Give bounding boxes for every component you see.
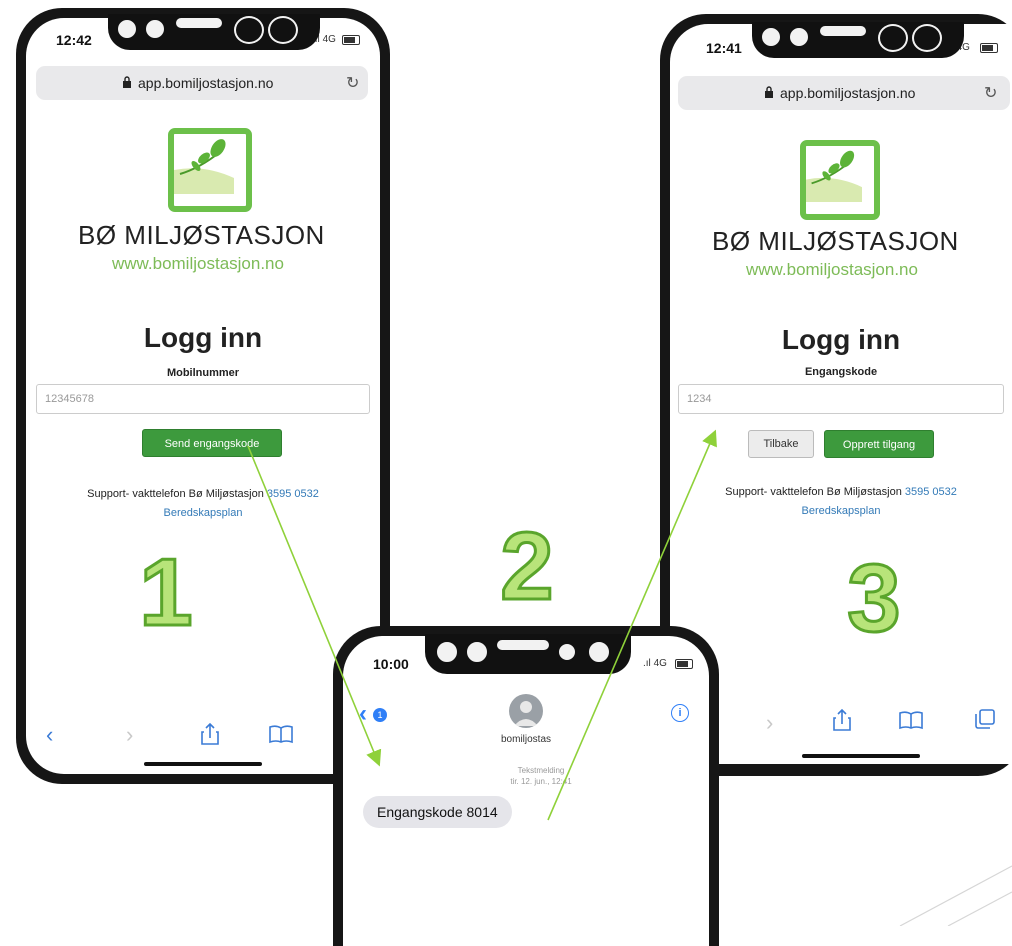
phone-1-screen: 12:42 .ıl 4G app.bomiljostasjon.no ↻ BØ … bbox=[26, 18, 380, 774]
logo bbox=[168, 128, 252, 212]
url-text: app.bomiljostasjon.no bbox=[780, 85, 916, 101]
sensor-ring-icon bbox=[912, 24, 942, 52]
code-input[interactable]: 1234 bbox=[678, 384, 1004, 414]
corner-decoration bbox=[899, 865, 1012, 926]
sensor-ring-icon bbox=[268, 16, 298, 44]
support-line: Support- vakttelefon Bø Miljøstasjon 359… bbox=[670, 486, 1012, 498]
brand-name: BØ MILJØSTASJON bbox=[78, 220, 325, 250]
emergency-plan-link[interactable]: Beredskapsplan bbox=[26, 507, 380, 519]
url-text: app.bomiljostasjon.no bbox=[138, 75, 274, 91]
code-label: Engangskode bbox=[804, 366, 878, 378]
book-icon[interactable] bbox=[898, 710, 924, 730]
brand-website: www.bomiljostasjon.no bbox=[746, 260, 918, 279]
support-line: Support- vakttelefon Bø Miljøstasjon 359… bbox=[26, 488, 380, 500]
avatar bbox=[509, 694, 543, 728]
brand-name: BØ MILJØSTASJON bbox=[712, 226, 959, 256]
support-phone-link[interactable]: 3595 0532 bbox=[905, 486, 957, 498]
status-signal: .ıl 4G bbox=[643, 658, 667, 669]
reload-icon[interactable]: ↻ bbox=[984, 83, 997, 103]
sensor-icon bbox=[557, 642, 577, 662]
mobile-input[interactable]: 12345678 bbox=[36, 384, 370, 414]
sensor-ring-icon bbox=[234, 16, 264, 44]
phone-1-notch bbox=[108, 14, 320, 50]
chevron-left-icon[interactable]: ‹ bbox=[46, 722, 53, 748]
battery-icon bbox=[980, 43, 998, 53]
camera-icon bbox=[760, 26, 782, 48]
step-number-2: 2 bbox=[499, 512, 555, 622]
leaf-icon bbox=[806, 146, 862, 202]
sensor-icon bbox=[587, 640, 611, 664]
step-number-1: 1 bbox=[138, 538, 194, 648]
book-icon[interactable] bbox=[268, 724, 294, 744]
leaf-icon bbox=[174, 134, 234, 194]
browser-toolbar: ‹ › bbox=[26, 708, 380, 768]
logo bbox=[800, 140, 880, 220]
phone-3-screen: 12:41 .ıl 4G app.bomiljostasjon.no ↻ BØ … bbox=[670, 24, 1012, 764]
speaker-icon bbox=[174, 16, 224, 30]
battery-icon bbox=[675, 659, 693, 669]
sensor-icon bbox=[144, 18, 166, 40]
emergency-plan-link[interactable]: Beredskapsplan bbox=[670, 505, 1012, 517]
phone-3-notch bbox=[752, 22, 964, 58]
create-access-button[interactable]: Opprett tilgang bbox=[824, 430, 934, 458]
lock-icon bbox=[765, 86, 773, 98]
browser-toolbar: › bbox=[670, 696, 1012, 756]
battery-icon bbox=[342, 35, 360, 45]
step-number-3: 3 bbox=[846, 544, 902, 654]
person-icon bbox=[514, 701, 538, 726]
brand-website: www.bomiljostasjon.no bbox=[112, 254, 284, 273]
home-indicator bbox=[802, 754, 920, 758]
lock-icon bbox=[123, 76, 131, 88]
sensor-icon bbox=[788, 26, 810, 48]
support-phone-link[interactable]: 3595 0532 bbox=[267, 488, 319, 500]
chevron-right-icon[interactable]: › bbox=[766, 710, 773, 736]
page-title: Logg inn bbox=[143, 322, 263, 353]
status-clock: 10:00 bbox=[373, 656, 409, 672]
speaker-icon bbox=[495, 638, 551, 652]
sensor-icon bbox=[465, 640, 489, 664]
phone-2-screen: 10:00 .ıl 4G ‹ 1 bomiljostas i Tekstmeld… bbox=[343, 636, 709, 946]
address-bar[interactable]: app.bomiljostasjon.no ↻ bbox=[678, 76, 1010, 110]
speaker-icon bbox=[818, 24, 868, 38]
mobile-label: Mobilnummer bbox=[166, 367, 240, 379]
info-icon[interactable]: i bbox=[671, 704, 689, 722]
message-timestamp: tir. 12. jun., 12:41 bbox=[510, 777, 572, 786]
chevron-left-icon[interactable]: ‹ bbox=[359, 700, 367, 728]
camera-icon bbox=[116, 18, 138, 40]
share-icon[interactable] bbox=[832, 708, 852, 732]
home-indicator bbox=[144, 762, 262, 766]
reload-icon[interactable]: ↻ bbox=[346, 73, 359, 93]
send-code-button[interactable]: Send engangskode bbox=[142, 429, 282, 457]
phone-2-notch bbox=[425, 634, 631, 674]
sensor-ring-icon bbox=[878, 24, 908, 52]
chevron-right-icon[interactable]: › bbox=[126, 722, 133, 748]
message-bubble[interactable]: Engangskode 8014 bbox=[363, 796, 512, 828]
camera-icon bbox=[435, 640, 459, 664]
share-icon[interactable] bbox=[200, 722, 220, 746]
back-button[interactable]: Tilbake bbox=[748, 430, 814, 458]
contact-name[interactable]: bomiljostas bbox=[343, 734, 709, 745]
support-text: Support- vakttelefon Bø Miljøstasjon bbox=[87, 488, 264, 500]
status-clock: 12:42 bbox=[56, 32, 92, 48]
phone-2: 10:00 .ıl 4G ‹ 1 bomiljostas i Tekstmeld… bbox=[333, 626, 719, 946]
unread-badge: 1 bbox=[373, 708, 387, 722]
message-type: Tekstmelding bbox=[517, 766, 565, 775]
status-clock: 12:41 bbox=[706, 40, 742, 56]
page-title: Logg inn bbox=[781, 324, 901, 355]
address-bar[interactable]: app.bomiljostasjon.no ↻ bbox=[36, 66, 368, 100]
corner-decoration bbox=[947, 891, 1012, 926]
tabs-icon[interactable] bbox=[974, 708, 996, 730]
support-text: Support- vakttelefon Bø Miljøstasjon bbox=[725, 486, 902, 498]
